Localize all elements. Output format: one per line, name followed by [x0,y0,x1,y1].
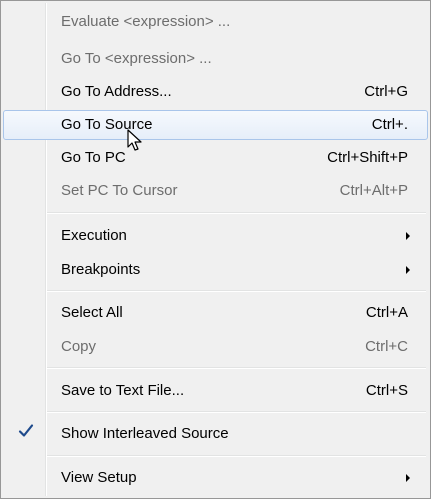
menu-item-label: Select All [61,304,123,321]
menu-separator [47,290,426,292]
menu-item-shortcut: Ctrl+A [365,304,408,321]
menu-item-shortcut: Ctrl+C [365,338,408,355]
menu-item-shortcut: Ctrl+Shift+P [327,149,408,166]
menu-separator [47,367,426,369]
menu-item-copy[interactable]: Copy Ctrl+C [3,332,428,362]
submenu-arrow-icon [406,232,410,240]
menu-item-label: Go To <expression> ... [61,50,212,67]
menu-item-select-all[interactable]: Select All Ctrl+A [3,298,428,328]
menu-item-evaluate-expression[interactable]: Evaluate <expression> ... [3,7,428,37]
menu-item-show-interleaved-source[interactable]: Show Interleaved Source [3,419,428,449]
menu-separator [47,212,426,214]
menu-item-breakpoints[interactable]: Breakpoints [3,255,428,285]
menu-item-save-to-text-file[interactable]: Save to Text File... Ctrl+S [3,376,428,406]
menu-item-view-setup[interactable]: View Setup [3,463,428,493]
menu-item-go-to-pc[interactable]: Go To PC Ctrl+Shift+P [3,143,428,173]
menu-item-shortcut: Ctrl+. [371,116,408,133]
menu-item-label: Save to Text File... [61,382,185,399]
menu-separator [47,455,426,457]
menu-item-label: Set PC To Cursor [61,182,178,199]
menu-item-label: Execution [61,227,127,244]
menu-item-label: Evaluate <expression> ... [61,13,231,30]
menu-item-execution[interactable]: Execution [3,221,428,251]
menu-item-label: Go To PC [61,149,126,166]
menu-item-shortcut: Ctrl+Alt+P [339,182,408,199]
menu-item-shortcut: Ctrl+G [364,83,408,100]
menu-item-go-to-address[interactable]: Go To Address... Ctrl+G [3,77,428,107]
menu-item-go-to-source[interactable]: Go To Source Ctrl+. [3,110,428,140]
submenu-arrow-icon [406,474,410,482]
submenu-arrow-icon [406,266,410,274]
menu-item-label: Copy [61,338,97,355]
menu-item-label: View Setup [61,469,137,486]
menu-item-label: Show Interleaved Source [61,425,229,442]
menu-item-set-pc-to-cursor[interactable]: Set PC To Cursor Ctrl+Alt+P [3,176,428,206]
menu-item-label: Breakpoints [61,261,141,278]
menu-item-go-to-expression[interactable]: Go To <expression> ... [3,44,428,74]
menu-separator [47,411,426,413]
menu-item-label: Go To Address... [61,83,172,100]
checkmark-icon [18,424,34,437]
menu-item-shortcut: Ctrl+S [365,382,408,399]
context-menu: Evaluate <expression> ... Go To <express… [0,0,431,499]
mouse-pointer-icon [127,129,142,151]
